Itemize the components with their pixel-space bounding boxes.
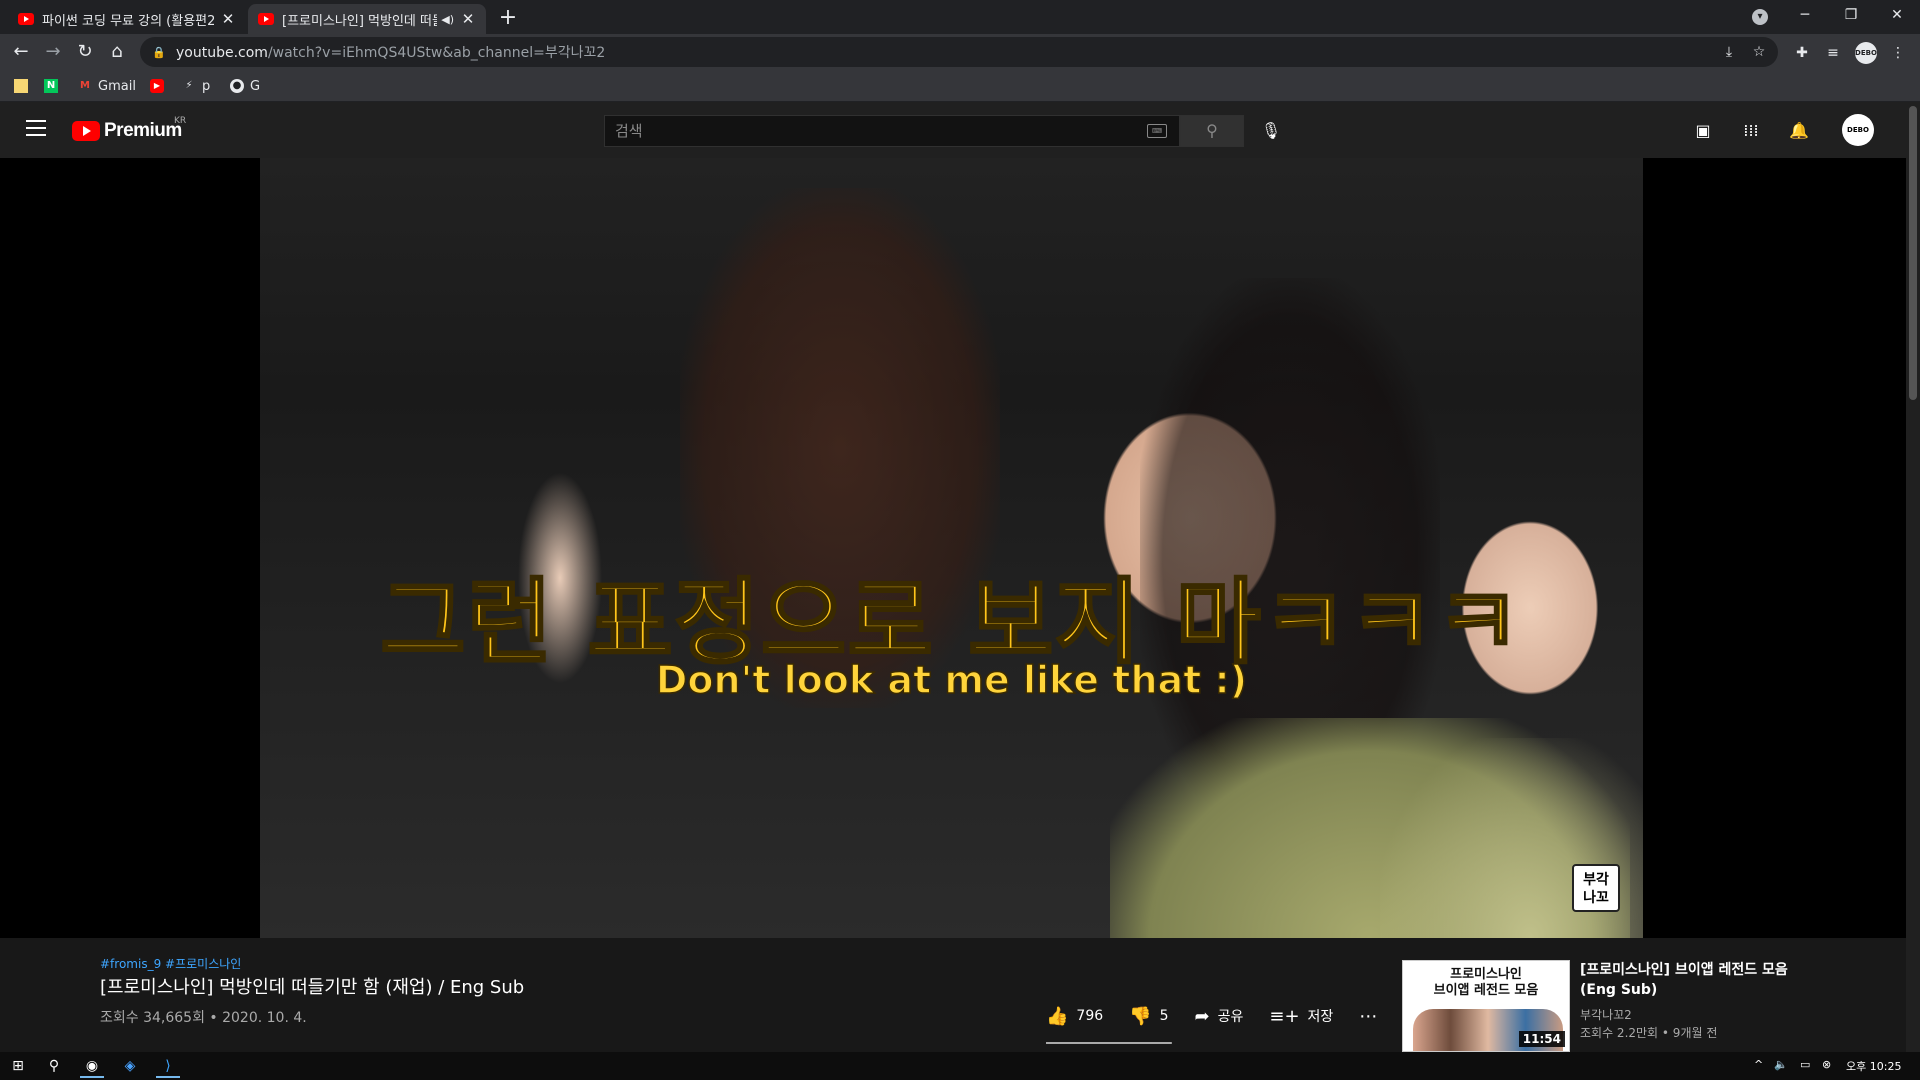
close-window-button[interactable]: ✕ <box>1874 0 1920 30</box>
video-info-section: #fromis_9 #프로미스나인 [프로미스나인] 먹방인데 떠들기만 함 (… <box>0 938 1906 1052</box>
system-clock: 오후 10:25 <box>1846 1060 1902 1073</box>
region-code: KR <box>174 116 187 126</box>
vscode-taskbar-icon[interactable]: ⟩ <box>150 1054 186 1078</box>
keyboard-icon[interactable]: ⌨ <box>1147 124 1167 138</box>
bookmark-youtube[interactable]: ▶ <box>150 76 170 96</box>
bookmarks-bar: N M Gmail ▶ ⚡ p ● G <box>0 70 1920 102</box>
video-player[interactable]: 그런 표정으로 보지 마ㅋㅋㅋ Don't look at me like th… <box>260 158 1643 938</box>
recommended-meta: 조회수 2.2만회 • 9개월 전 <box>1580 1026 1718 1040</box>
like-ratio-bar <box>1046 1042 1172 1044</box>
tab-search-icon[interactable]: ▾ <box>1752 9 1768 25</box>
share-button[interactable]: ➦ 공유 <box>1195 1006 1244 1027</box>
subtitle-english: Don't look at me like that :) <box>655 657 1248 703</box>
bookmark-gmail[interactable]: M Gmail <box>78 76 136 96</box>
tab-python-course[interactable]: 파이썬 코딩 무료 강의 (활용편2) ✕ <box>8 4 246 34</box>
channel-watermark[interactable]: 부각 나꼬 <box>1572 864 1620 912</box>
video-meta: 조회수 34,665회 • 2020. 10. 4. <box>100 1010 307 1026</box>
chrome-taskbar-icon[interactable]: ◉ <box>74 1054 110 1078</box>
recommended-channel[interactable]: 부각나꼬2 <box>1580 1006 1632 1023</box>
browser-toolbar: ← → ↻ ⌂ 🔒 youtube.com/watch?v=iEhmQS4USt… <box>0 34 1920 70</box>
youtube-premium-logo[interactable]: Premium KR <box>72 116 186 142</box>
bolt-icon: ⚡ <box>185 80 193 91</box>
notifications-bell-icon[interactable]: 🔔 <box>1786 118 1812 144</box>
playlist-add-icon: ≡+ <box>1269 1005 1300 1027</box>
back-button[interactable]: ← <box>6 37 36 67</box>
forward-button[interactable]: → <box>38 37 68 67</box>
gmail-icon: M <box>80 80 90 91</box>
microphone-icon[interactable]: 🎙 <box>1258 118 1284 144</box>
youtube-header: Premium KR ⌨ ⚲ 🎙 ▣ ⁞⁞⁞ 🔔 DEBO <box>0 102 1920 158</box>
search-icon[interactable]: ⚲ <box>36 1054 72 1078</box>
naver-icon: N <box>44 79 58 93</box>
video-hashtags[interactable]: #fromis_9 #프로미스나인 <box>100 955 241 972</box>
bookmark-naver[interactable]: N <box>44 76 64 96</box>
windows-taskbar: ⊞ ⚲ ◉ ◈ ⟩ ^ 🔈 ▭ ⊗ 오후 10:25 <box>0 1052 1920 1080</box>
apps-grid-icon[interactable]: ⁞⁞⁞ <box>1738 118 1764 144</box>
video-actions: 👍 796 👎 5 ➦ 공유 ≡+ 저장 ⋯ <box>1046 998 1411 1034</box>
search-box: ⌨ <box>604 115 1180 147</box>
notification-off-icon[interactable]: ⊗ <box>1822 1058 1831 1071</box>
tray-chevron-icon[interactable]: ^ <box>1754 1058 1763 1071</box>
save-button[interactable]: ≡+ 저장 <box>1269 1006 1333 1027</box>
video-title: [프로미스나인] 먹방인데 떠들기만 함 (재업) / Eng Sub <box>100 977 525 998</box>
menu-icon[interactable] <box>26 120 46 136</box>
youtube-favicon-icon <box>258 13 274 25</box>
home-button[interactable]: ⌂ <box>102 37 132 67</box>
lock-icon[interactable]: 🔒 <box>152 46 168 59</box>
more-actions-button[interactable]: ⋯ <box>1359 1006 1385 1027</box>
thumbs-down-icon: 👎 <box>1129 1005 1152 1027</box>
reload-button[interactable]: ↻ <box>70 37 100 67</box>
search-button[interactable]: ⚲ <box>1180 115 1244 147</box>
bookmark-p[interactable]: ⚡ p <box>182 76 210 96</box>
share-arrow-icon: ➦ <box>1194 1005 1210 1027</box>
account-avatar[interactable]: DEBO <box>1842 114 1874 146</box>
search-input[interactable] <box>613 121 1113 141</box>
bookmark-folder[interactable] <box>14 76 34 96</box>
create-video-icon[interactable]: ▣ <box>1690 118 1716 144</box>
browser-tab-strip: 파이썬 코딩 무료 강의 (활용편2) ✕ [프로미스나인] 먹방인데 떠들기만… <box>0 0 1920 34</box>
scrollbar-thumb[interactable] <box>1909 106 1917 400</box>
windows-start-icon[interactable]: ⊞ <box>0 1054 36 1078</box>
youtube-logo-icon <box>72 121 100 141</box>
app-taskbar-icon[interactable]: ◈ <box>112 1054 148 1078</box>
minimize-button[interactable]: ─ <box>1782 0 1828 30</box>
menu-kebab-icon[interactable]: ⋮ <box>1888 43 1908 63</box>
extensions-icon[interactable]: ✚ <box>1792 43 1812 63</box>
speaker-icon[interactable]: ◀) <box>441 13 454 26</box>
network-icon[interactable]: ▭ <box>1800 1058 1810 1071</box>
new-tab-button[interactable]: + <box>494 4 522 32</box>
bookmark-star-icon[interactable]: ☆ <box>1750 43 1768 61</box>
close-tab-icon[interactable]: ✕ <box>460 10 476 28</box>
folder-icon <box>14 79 28 93</box>
tab-title: [프로미스나인] 먹방인데 떠들기만 함 <box>282 13 437 29</box>
url-text: youtube.com/watch?v=iEhmQS4UStw&ab_chann… <box>176 45 606 61</box>
tab-title: 파이썬 코딩 무료 강의 (활용편2) <box>42 13 214 29</box>
thumbs-up-icon: 👍 <box>1046 1005 1069 1027</box>
youtube-favicon-icon <box>18 13 34 25</box>
recommended-thumbnail[interactable]: 프로미스나인 브이앱 레전드 모음 11:54 <box>1402 960 1570 1052</box>
github-icon: ● <box>230 79 244 93</box>
more-horiz-icon: ⋯ <box>1359 1005 1378 1027</box>
install-icon[interactable]: ⤓ <box>1720 43 1738 61</box>
media-control-icon[interactable]: ≡ <box>1823 43 1843 63</box>
address-bar[interactable]: 🔒 youtube.com/watch?v=iEhmQS4UStw&ab_cha… <box>140 37 1778 67</box>
dislike-button[interactable]: 👎 5 <box>1129 1006 1168 1027</box>
tab-fromis-mukbang[interactable]: [프로미스나인] 먹방인데 떠들기만 함 ◀) ✕ <box>248 4 486 34</box>
profile-avatar[interactable]: DEBO <box>1855 42 1877 64</box>
like-button[interactable]: 👍 796 <box>1046 1006 1103 1027</box>
volume-icon[interactable]: 🔈 <box>1774 1058 1788 1071</box>
bookmark-github[interactable]: ● G <box>230 76 260 96</box>
close-tab-icon[interactable]: ✕ <box>220 10 236 28</box>
video-duration: 11:54 <box>1518 1031 1565 1047</box>
recommended-title[interactable]: [프로미스나인] 브이앱 레전드 모음 (Eng Sub) <box>1580 960 1800 1000</box>
restore-button[interactable]: ❐ <box>1828 0 1874 30</box>
youtube-icon: ▶ <box>150 79 164 93</box>
